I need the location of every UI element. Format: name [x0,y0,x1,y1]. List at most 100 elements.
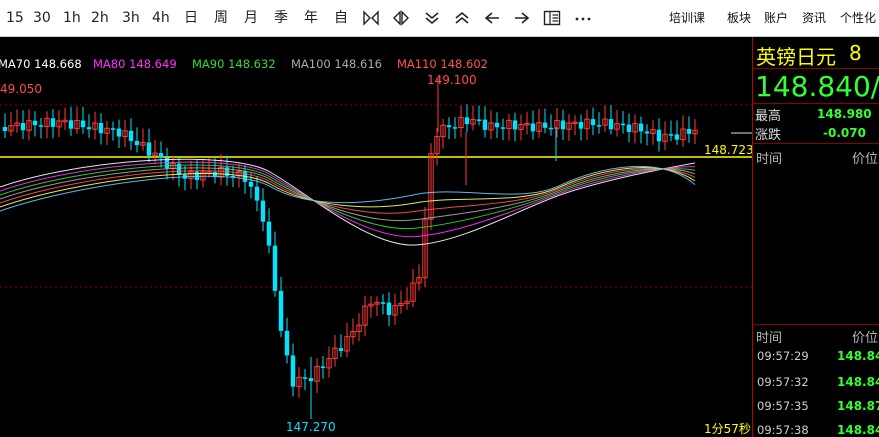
candle-body [290,355,296,387]
chevrons-up-icon[interactable] [453,10,471,26]
candle-body [644,131,650,134]
period-custom[interactable]: 自 [334,8,348,28]
period-season[interactable]: 季 [274,8,288,28]
ma90-label: MA90 148.632 [192,57,276,71]
candle-body [266,221,272,246]
candle-body [578,122,584,129]
candle-body [590,119,596,126]
candle-body [674,134,680,140]
low-label: 147.270 [286,420,336,434]
candle-body [620,123,626,126]
candle-body [134,140,140,146]
tick-time: 09:57:32 [757,375,809,389]
layout-panel-icon[interactable] [543,10,561,26]
high-value: 148.980 [817,107,872,121]
period-4h[interactable]: 4h [152,8,170,28]
candle-body [68,120,74,129]
period-3h[interactable]: 3h [122,8,140,28]
tick-price: 148.840 [837,349,879,363]
period-day[interactable]: 日 [184,8,198,28]
candle-body [380,302,386,304]
candlestick-chart[interactable] [0,37,752,437]
shrink-horizontal-icon[interactable] [362,10,380,26]
expand-horizontal-icon[interactable] [392,10,410,26]
period-week[interactable]: 周 [214,8,228,28]
candle-body [500,127,506,129]
candle-body [452,127,458,129]
candle-body [254,186,260,201]
candle-body [608,119,614,130]
candle-body [278,290,284,331]
candle-body [386,302,392,316]
menu-account[interactable]: 账户 [764,9,788,26]
countdown-label: 1分57秒 [704,422,751,436]
candle-body [86,127,92,130]
ticks-header-time: 时间 [756,152,783,167]
candle-body [80,120,86,128]
candle-body [482,119,488,130]
tick-time: 09:57:38 [757,423,809,437]
period-year[interactable]: 年 [304,8,318,28]
more-icon[interactable] [574,10,592,26]
chevrons-down-icon[interactable] [423,10,441,26]
candle-body [668,134,674,136]
candle-body [284,330,290,356]
candle-body [530,123,536,132]
arrow-right-icon[interactable] [513,10,531,26]
menu-sectors[interactable]: 板块 [727,9,751,26]
menu-news[interactable]: 资讯 [802,9,826,26]
candle-body [512,120,518,130]
candle-body [38,125,44,127]
candle-body [194,171,200,181]
last-price: 148.840/ [755,70,879,103]
candle-body [542,122,548,128]
candle-body [146,142,152,156]
candle-body [626,124,632,132]
ticks-list-header-price: 价位 [852,331,879,346]
candle-body [50,118,56,127]
tick-price: 148.840 [837,375,879,389]
ma100-label: MA100 148.616 [291,57,382,71]
candle-body [116,128,122,137]
period-1h[interactable]: 1h [63,8,81,28]
candle-body [2,127,8,131]
candle-body [32,120,38,126]
arrow-left-icon[interactable] [483,10,501,26]
tick-price: 148.870 [837,399,879,413]
candle-body [464,117,470,125]
candle-body [158,153,164,158]
period-month[interactable]: 月 [244,8,258,28]
menu-personalize[interactable]: 个性化 [840,9,876,26]
high-label: 最高 [755,109,782,124]
current-price-label: 148.723 [704,143,754,157]
chart-canvas[interactable] [0,37,752,437]
candle-body [260,200,266,222]
candle-body [548,127,554,130]
ticks-header-price: 价位 [852,152,879,167]
period-2h[interactable]: 2h [91,8,109,28]
candle-body [638,123,644,132]
ma-line [0,165,696,212]
tick-price: 148.840 [837,423,879,437]
candle-body [20,122,26,131]
toolbar: 15 30 1h 2h 3h 4h 日 周 月 季 年 自 培训课 板块 账户 … [0,0,879,37]
candle-body [248,181,254,187]
tick-time: 09:57:29 [757,349,809,363]
candle-body [656,129,662,142]
ma70-label: MA70 148.668 [0,57,82,71]
menu-training[interactable]: 培训课 [669,9,705,26]
period-15[interactable]: 15 [6,8,24,28]
change-value: -0.070 [823,126,866,140]
candle-body [110,128,116,130]
ma80-label: MA80 148.649 [93,57,177,71]
symbol-code: 8 [849,41,862,65]
candle-body [560,120,566,130]
candle-body [686,128,692,134]
quote-panel: 英镑日元 8 148.840/ 最高 148.980 涨跌 -0.070 时间 … [752,37,879,437]
candle-body [320,366,326,368]
candle-body [446,125,452,128]
candle-body [338,348,344,351]
period-30[interactable]: 30 [33,8,51,28]
candle-body [128,130,134,141]
ticks-list-header-time: 时间 [756,331,783,346]
